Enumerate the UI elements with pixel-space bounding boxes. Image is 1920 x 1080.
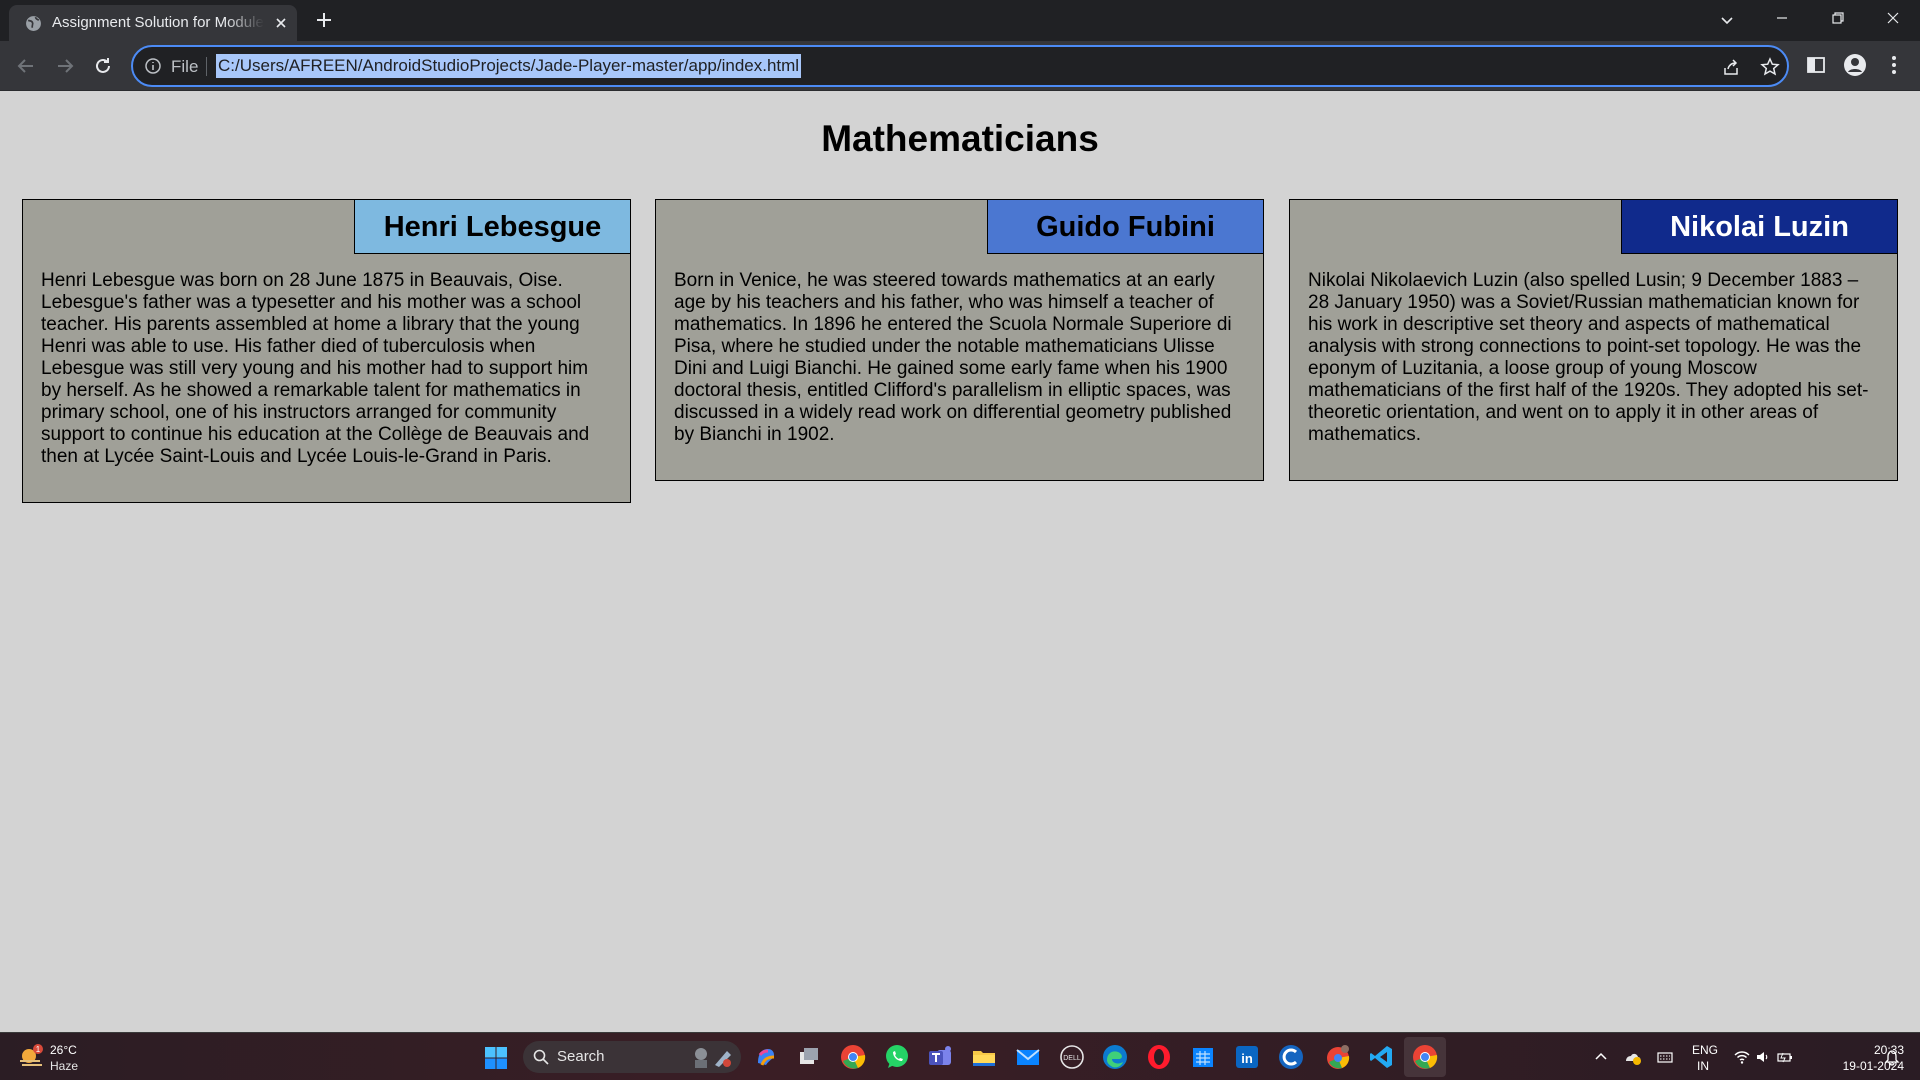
mathematician-card-luzin: Nikolai Luzin Nikolai Nikolaevich Luzin … <box>1289 199 1898 481</box>
language-indicator[interactable]: ENG <box>1692 1043 1718 1057</box>
new-tab-icon[interactable] <box>313 9 335 31</box>
edge-icon[interactable] <box>1101 1043 1129 1071</box>
search-label: Search <box>557 1048 605 1065</box>
onedrive-warning-icon[interactable] <box>1624 1048 1642 1066</box>
side-panel-icon[interactable] <box>1804 53 1828 77</box>
info-icon[interactable] <box>144 57 162 75</box>
region-indicator[interactable]: IN <box>1697 1059 1709 1073</box>
forward-arrow-icon[interactable] <box>52 53 78 79</box>
file-explorer-icon[interactable] <box>970 1043 998 1071</box>
page-title: Mathematicians <box>821 118 1099 159</box>
url-text[interactable]: C:/Users/AFREEN/AndroidStudioProjects/Ja… <box>216 54 802 78</box>
copilot-icon[interactable] <box>752 1043 780 1071</box>
mail-icon[interactable] <box>1014 1043 1042 1071</box>
vscode-icon[interactable] <box>1367 1043 1395 1071</box>
card-name: Nikolai Luzin <box>1621 200 1897 254</box>
browser-tab[interactable]: Assignment Solution for Module 2 <box>9 5 297 41</box>
mathematician-card-fubini: Guido Fubini Born in Venice, he was stee… <box>655 199 1264 481</box>
card-name: Henri Lebesgue <box>354 200 630 254</box>
close-window-icon[interactable] <box>1880 5 1906 31</box>
chrome-active-icon[interactable] <box>1411 1043 1439 1071</box>
address-separator <box>206 57 207 76</box>
mathematician-card-lebesgue: Henri Lebesgue Henri Lebesgue was born o… <box>22 199 631 503</box>
chrome-beta-icon[interactable] <box>1324 1043 1352 1071</box>
search-highlight-illustration-icon <box>695 1048 731 1068</box>
profile-avatar-icon[interactable] <box>1843 53 1867 77</box>
svg-text:DELL: DELL <box>1063 1055 1081 1062</box>
share-icon[interactable] <box>1720 56 1742 78</box>
weather-haze-icon[interactable]: 1 <box>16 1043 46 1071</box>
chevron-up-icon[interactable] <box>1592 1048 1610 1066</box>
restore-icon[interactable] <box>1825 5 1851 31</box>
back-arrow-icon[interactable] <box>13 53 39 79</box>
card-name: Guido Fubini <box>987 200 1263 254</box>
close-tab-icon[interactable] <box>273 15 289 31</box>
notification-bell-icon[interactable] <box>1883 1048 1901 1066</box>
taskbar-search[interactable]: Search <box>523 1041 741 1073</box>
tab-title: Assignment Solution for Module 2 <box>52 14 264 31</box>
weather-badge: 1 <box>36 1045 41 1054</box>
address-bar[interactable]: File C:/Users/AFREEN/AndroidStudioProjec… <box>131 45 1789 87</box>
card-body: Nikolai Nikolaevich Luzin (also spelled … <box>1308 270 1869 445</box>
dell-icon[interactable]: DELL <box>1058 1043 1086 1071</box>
card-body: Born in Venice, he was steered towards m… <box>674 270 1232 445</box>
globe-icon <box>26 16 41 31</box>
minimize-icon[interactable] <box>1769 5 1795 31</box>
whatsapp-icon[interactable] <box>883 1043 911 1071</box>
reload-icon[interactable] <box>90 53 116 79</box>
calendar-app-icon[interactable] <box>1189 1043 1217 1071</box>
bookmark-star-icon[interactable] <box>1759 56 1781 78</box>
battery-icon[interactable] <box>1776 1048 1794 1066</box>
scheme-label: File <box>171 57 199 76</box>
tab-search-chevron-icon[interactable] <box>1716 9 1738 31</box>
wifi-icon[interactable] <box>1733 1048 1751 1066</box>
card-header: Guido Fubini <box>656 200 1263 254</box>
web-page: Mathematicians Henri Lebesgue Henri Lebe… <box>0 92 1920 1032</box>
chrome-icon[interactable] <box>839 1043 867 1071</box>
browser-toolbar: File C:/Users/AFREEN/AndroidStudioProjec… <box>0 41 1920 91</box>
weather-condition[interactable]: Haze <box>50 1059 78 1073</box>
card-header: Nikolai Luzin <box>1290 200 1897 254</box>
svg-text:in: in <box>1241 1051 1253 1066</box>
task-view-icon[interactable] <box>795 1043 823 1071</box>
opera-icon[interactable] <box>1145 1043 1173 1071</box>
windows-start-icon[interactable] <box>484 1046 508 1070</box>
taskbar: 1 26°C Haze Search DELL in ENG IN 20:33 … <box>0 1032 1920 1080</box>
search-icon <box>533 1049 549 1065</box>
kebab-menu-icon[interactable] <box>1882 53 1906 77</box>
teams-icon[interactable] <box>926 1043 954 1071</box>
weather-temperature[interactable]: 26°C <box>50 1043 77 1057</box>
ccleaner-icon[interactable] <box>1277 1043 1305 1071</box>
linkedin-icon[interactable]: in <box>1233 1043 1261 1071</box>
card-header: Henri Lebesgue <box>23 200 630 254</box>
card-body: Henri Lebesgue was born on 28 June 1875 … <box>41 270 590 467</box>
volume-icon[interactable] <box>1754 1048 1772 1066</box>
keyboard-icon[interactable] <box>1656 1048 1674 1066</box>
tab-strip: Assignment Solution for Module 2 <box>0 0 1920 41</box>
